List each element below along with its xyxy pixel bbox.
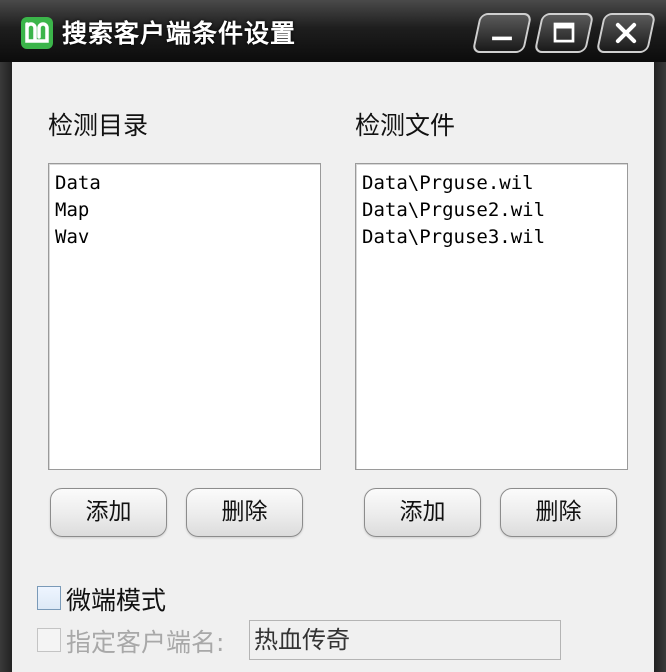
close-button[interactable] (595, 13, 657, 53)
client-name-field[interactable]: 热血传奇 (249, 620, 561, 660)
dialog-window: 搜索客户端条件设置 检测目录 Data Map Wav 添加 删除 检测文件 Dat… (0, 0, 666, 672)
maximize-icon (553, 22, 575, 43)
title-bar[interactable]: 搜索客户端条件设置 (0, 0, 666, 62)
window-border-left (0, 62, 12, 672)
delete-directory-button[interactable]: 删除 (186, 488, 303, 537)
add-directory-button[interactable]: 添加 (50, 488, 167, 537)
list-item[interactable]: Data\Prguse2.wil (356, 197, 627, 224)
micro-mode-checkbox[interactable] (37, 586, 61, 610)
detect-directory-label: 检测目录 (48, 111, 149, 140)
app-icon (21, 17, 53, 49)
directory-listbox[interactable]: Data Map Wav (48, 163, 321, 470)
window-border-right (654, 62, 666, 672)
delete-file-button[interactable]: 删除 (500, 488, 617, 537)
add-file-button[interactable]: 添加 (364, 488, 481, 537)
maximize-button[interactable] (533, 13, 595, 53)
list-item[interactable]: Map (49, 197, 320, 224)
window-title: 搜索客户端条件设置 (62, 19, 297, 48)
minimize-button[interactable] (471, 13, 533, 53)
client-name-checkbox[interactable] (37, 628, 61, 652)
file-listbox[interactable]: Data\Prguse.wil Data\Prguse2.wil Data\Prgu… (355, 163, 628, 470)
list-item[interactable]: Data\Prguse3.wil (356, 224, 627, 251)
list-item[interactable]: Data\Prguse.wil (356, 170, 627, 197)
close-icon (615, 22, 637, 44)
detect-file-label: 检测文件 (355, 111, 456, 140)
micro-mode-label: 微端模式 (66, 586, 167, 615)
client-name-label: 指定客户端名: (66, 628, 225, 657)
list-item[interactable]: Wav (49, 224, 320, 251)
list-item[interactable]: Data (49, 170, 320, 197)
minimize-icon (492, 36, 512, 41)
